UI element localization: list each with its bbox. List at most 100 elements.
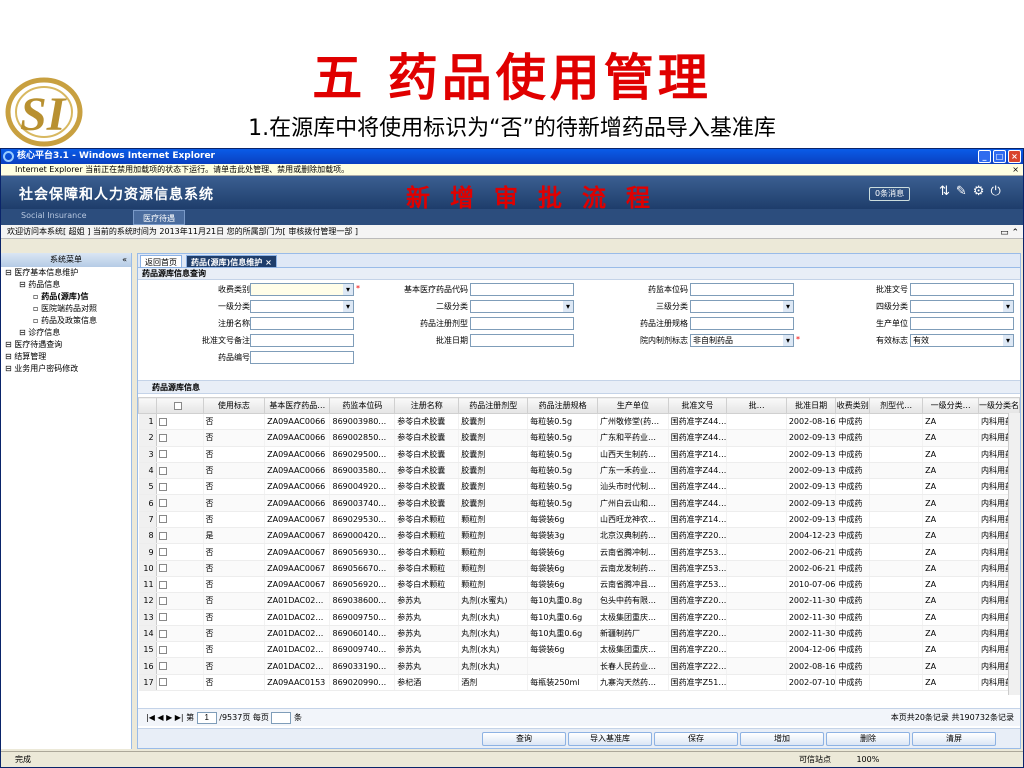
row-checkbox[interactable] [156,494,204,512]
column-header[interactable]: 一级分类名 [978,397,1020,414]
column-header[interactable]: 注册名称 [394,397,460,414]
clear-button[interactable]: 清屏 [912,732,996,746]
reg-spec-input[interactable] [690,317,794,330]
manufacturer-input[interactable] [910,317,1014,330]
per-page-input[interactable] [271,711,292,724]
column-header[interactable]: 批准文号 [667,397,728,414]
sidebar-item[interactable]: ⊟ 诊疗信息 [1,327,131,339]
vertical-scrollbar[interactable] [1008,413,1020,695]
table-row[interactable]: 10 否 ZA09AAC0067 869056670… 参苓白术颗粒 颗粒剂 每袋装6g 云南… [138,560,1020,577]
drug-code-input[interactable] [250,351,354,364]
column-header[interactable]: 批准日期 [785,397,837,414]
select-all-checkbox[interactable] [155,397,204,414]
window-controls-icon[interactable]: ▭ ⌃ [1000,226,1019,240]
sidebar-item[interactable]: ▫ 药品及政策信息 [1,315,131,327]
tab-drug-source[interactable]: 药品(源库)信息维护 × [186,255,277,268]
sidebar-item[interactable]: ▫ 医院端药品对照 [1,303,131,315]
minimize-button[interactable]: _ [978,150,991,163]
tab-home[interactable]: 返回首页 [140,255,182,268]
table-row[interactable]: 3 否 ZA09AAC0066 869029500… 参苓白术胶囊 胶囊剂 每粒装0.5g 山… [138,446,1020,463]
table-row[interactable]: 1 否 ZA09AAC0066 869003980… 参苓白术胶囊 胶囊剂 每粒装0.5g 广… [138,413,1020,431]
pager-nav[interactable]: |◀ ◀ ▶ ▶| 第 [146,713,194,722]
approval-note-input[interactable] [250,334,354,347]
row-checkbox[interactable] [156,511,204,529]
sidebar-item[interactable]: ⊟ 业务用户密码修改 [1,363,131,375]
add-button[interactable]: 增加 [740,732,824,746]
column-header[interactable]: 药品注册剂型 [458,397,529,414]
column-header[interactable]: 药监本位码 [329,397,396,414]
approval-no-input[interactable] [910,283,1014,296]
welcome-text: 欢迎访问本系统[ 超姐 ] 当前的系统时间为 2013年11月21日 您的所属部… [7,227,359,236]
column-header[interactable]: 生产单位 [596,397,669,414]
column-header[interactable]: 批… [726,397,787,414]
charge-type-select[interactable] [250,283,354,296]
row-checkbox[interactable] [156,413,204,431]
table-row[interactable]: 4 否 ZA09AAC0066 869003580… 参苓白术胶囊 胶囊剂 每粒装0.5g 广… [138,462,1020,480]
approval-date-input[interactable] [470,334,574,347]
row-checkbox[interactable] [156,657,204,675]
row-checkbox[interactable] [156,592,204,610]
local-code-input[interactable] [690,283,794,296]
hospital-flag-select[interactable]: 非自制药品 [690,334,794,347]
column-header[interactable]: 剂型代… [869,397,924,414]
row-checkbox[interactable] [156,641,204,659]
table-row[interactable]: 15 否 ZA01DAC02… 869009740… 参苏丸 丸剂(水丸) 每袋装6g 太极集… [138,641,1020,659]
column-header[interactable]: 一级分类… [922,397,979,414]
level4-select[interactable] [910,300,1014,313]
import-button[interactable]: 导入基准库 [568,732,652,746]
table-row[interactable]: 14 否 ZA01DAC02… 869060140… 参苏丸 丸剂(水丸) 每10丸重0.6… [138,625,1020,643]
sidebar-item[interactable]: ⊟ 药品信息 [1,279,131,291]
table-row[interactable]: 7 否 ZA09AAC0067 869029530… 参苓白术颗粒 颗粒剂 每袋装6g 山西旺… [138,511,1020,529]
sidebar-item[interactable]: ▫ 药品(源库)信 [1,291,131,303]
ie-infobar[interactable]: Internet Explorer 当前正在禁用加载项的状态下运行。请单击此处管… [1,164,1023,176]
table-row[interactable]: 9 否 ZA09AAC0067 869056930… 参苓白术颗粒 颗粒剂 每袋装6g 云南省… [138,543,1020,561]
table-row[interactable]: 12 否 ZA01DAC02… 869038600… 参苏丸 丸剂(水蜜丸) 每10丸重0.… [138,592,1020,610]
sidebar-item[interactable]: ⊟ 医疗待遇查询 [1,339,131,351]
column-header[interactable]: 收费类别 [835,397,871,414]
row-number: 5 [138,478,157,496]
table-row[interactable]: 16 否 ZA01DAC02… 869033190… 参苏丸 丸剂(水丸) 长春人民药业… 国… [138,657,1020,675]
level2-select[interactable] [470,300,574,313]
row-checkbox[interactable] [156,527,204,545]
row-checkbox[interactable] [156,462,204,480]
row-checkbox[interactable] [156,543,204,561]
sidebar-item[interactable]: ⊟ 医疗基本信息维护 [1,267,131,279]
messages-button[interactable]: 0条消息 [869,187,911,201]
table-row[interactable]: 2 否 ZA09AAC0066 869002850… 参苓白术胶囊 胶囊剂 每粒装0.5g 广… [138,429,1020,447]
table-row[interactable]: 17 否 ZA09AAC0153 869020990… 参杞酒 酒剂 每瓶装250ml 九寨沟… [138,674,1020,692]
page-input[interactable] [196,711,217,724]
level3-select[interactable] [690,300,794,313]
basic-code-input[interactable] [470,283,574,296]
zoom-level[interactable]: 100% [856,755,879,764]
row-checkbox[interactable] [156,609,204,626]
infobar-close-icon[interactable]: × [1012,164,1019,176]
table-row[interactable]: 5 否 ZA09AAC0066 869004920… 参苓白术胶囊 胶囊剂 每粒装0.5g 汕… [138,478,1020,496]
collapse-icon[interactable]: « [122,253,127,267]
close-button[interactable]: × [1008,150,1021,163]
valid-flag-select[interactable]: 有效 [910,334,1014,347]
table-row[interactable]: 11 否 ZA09AAC0067 869056920… 参苓白术颗粒 颗粒剂 每袋装6g 云南… [138,576,1020,594]
header-tools[interactable]: ⇅✎⚙⏻ [939,184,1007,199]
row-checkbox[interactable] [156,625,204,643]
level1-select[interactable] [250,300,354,313]
sidebar-item[interactable]: ⊟ 结算管理 [1,351,131,363]
table-row[interactable]: 6 否 ZA09AAC0066 869003740… 参苓白术胶囊 胶囊剂 每粒装0.5g 广… [138,494,1020,512]
row-checkbox[interactable] [156,560,204,577]
column-header[interactable]: 基本医疗药品… [264,397,331,414]
row-checkbox[interactable] [156,446,204,463]
row-checkbox[interactable] [156,429,204,447]
row-checkbox[interactable] [156,674,204,692]
delete-button[interactable]: 删除 [826,732,910,746]
column-header[interactable]: 使用标志 [202,397,266,414]
table-row[interactable]: 8 是 ZA09AAC0067 869000420… 参苓白术颗粒 颗粒剂 每袋装3g 北京汉… [138,527,1020,545]
maximize-button[interactable]: □ [993,150,1006,163]
save-button[interactable]: 保存 [654,732,738,746]
reg-name-input[interactable] [250,317,354,330]
row-checkbox[interactable] [156,576,204,594]
tab-medical-benefits[interactable]: 医疗待遇 [133,210,185,225]
table-row[interactable]: 13 否 ZA01DAC02… 869009750… 参苏丸 丸剂(水丸) 每10丸重0.6… [138,609,1020,626]
row-checkbox[interactable] [156,478,204,496]
column-header[interactable]: 药品注册规格 [527,397,598,414]
reg-form-input[interactable] [470,317,574,330]
query-button[interactable]: 查询 [482,732,566,746]
